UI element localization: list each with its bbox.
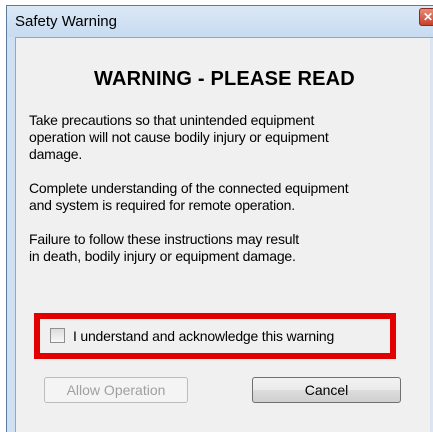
dialog-title: Safety Warning (15, 13, 117, 30)
paragraph-line: Take precautions so that unintended equi… (29, 112, 315, 128)
cancel-button[interactable]: Cancel (252, 377, 401, 403)
close-button[interactable]: ✕ (419, 8, 433, 26)
failure-paragraph: Failure to follow these instructions may… (29, 231, 429, 265)
close-icon: ✕ (423, 10, 433, 24)
paragraph-line: damage. (29, 146, 83, 162)
paragraph-line: operation will not cause bodily injury o… (29, 129, 329, 145)
warning-heading: WARNING - PLEASE READ (94, 68, 355, 90)
safety-warning-dialog: Safety Warning ✕ WARNING - PLEASE READ T… (6, 5, 433, 432)
title-bar[interactable]: Safety Warning ✕ (7, 6, 433, 37)
paragraph-line: Complete understanding of the connected … (29, 180, 349, 196)
acknowledge-label[interactable]: I understand and acknowledge this warnin… (73, 328, 334, 344)
acknowledge-checkbox[interactable] (50, 328, 65, 343)
paragraph-line: Failure to follow these instructions may… (29, 231, 299, 247)
understanding-paragraph: Complete understanding of the connected … (29, 180, 429, 214)
paragraph-line: and system is required for remote operat… (29, 197, 295, 213)
precautions-paragraph: Take precautions so that unintended equi… (29, 112, 429, 163)
dialog-body: WARNING - PLEASE READ Take precautions s… (15, 37, 433, 432)
allow-operation-button[interactable]: Allow Operation (44, 377, 188, 403)
acknowledge-highlight-box: I understand and acknowledge this warnin… (34, 313, 396, 359)
paragraph-line: in death, bodily injury or equipment dam… (29, 248, 296, 264)
